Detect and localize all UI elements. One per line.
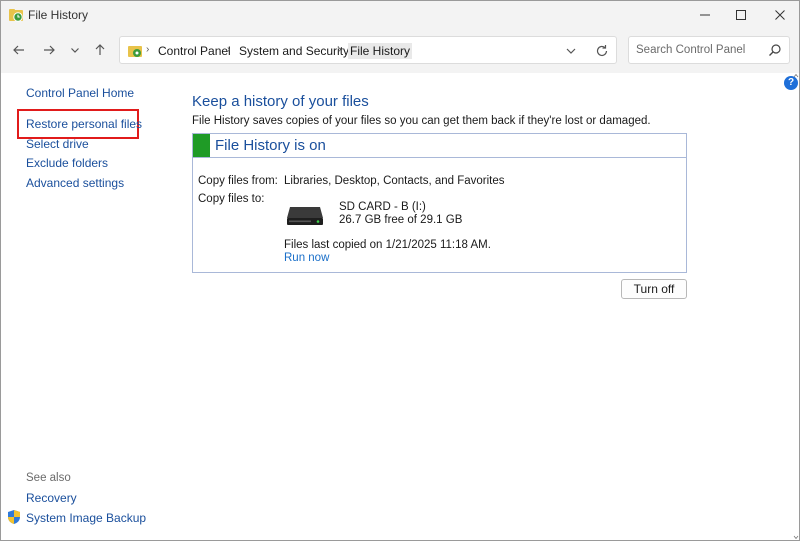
copy-from-value: Libraries, Desktop, Contacts, and Favori… — [284, 175, 505, 187]
title-bar: File History — [1, 1, 799, 29]
drive-icon — [287, 207, 323, 225]
file-history-app-icon — [9, 9, 23, 22]
status-title: File History is on — [215, 137, 326, 154]
chevron-right-icon: › — [146, 44, 150, 55]
file-history-window: File History › Control Panel › System an… — [0, 0, 800, 541]
recovery-link[interactable]: Recovery — [26, 491, 77, 505]
breadcrumb-file-history[interactable]: File History — [348, 43, 413, 59]
address-bar[interactable]: › Control Panel › System and Security › … — [119, 36, 617, 64]
chevron-right-icon: › — [227, 44, 231, 55]
search-icon[interactable] — [768, 43, 782, 57]
uac-shield-icon — [8, 510, 20, 524]
close-button[interactable] — [761, 1, 799, 29]
scrollbar[interactable] — [793, 73, 799, 540]
back-button[interactable] — [8, 39, 30, 61]
chevron-right-icon: › — [338, 44, 342, 55]
minimize-button[interactable] — [686, 1, 724, 29]
address-dropdown-icon[interactable] — [564, 45, 578, 57]
window-title: File History — [28, 8, 89, 22]
maximize-icon — [736, 10, 746, 20]
breadcrumb-control-panel[interactable]: Control Panel — [156, 43, 233, 59]
advanced-settings-link[interactable]: Advanced settings — [26, 176, 124, 190]
arrow-right-icon — [44, 45, 55, 55]
arrow-left-icon — [13, 45, 24, 55]
control-panel-home-link[interactable]: Control Panel Home — [26, 86, 134, 100]
restore-personal-files-link[interactable]: Restore personal files — [26, 117, 142, 131]
see-also-heading: See also — [26, 472, 71, 484]
system-image-backup-link[interactable]: System Image Backup — [26, 511, 146, 525]
search-box[interactable]: Search Control Panel — [628, 36, 790, 64]
search-input[interactable]: Search Control Panel — [636, 44, 745, 56]
copy-from-label: Copy files from: — [198, 175, 278, 187]
copy-to-label: Copy files to: — [198, 193, 265, 205]
minimize-icon — [700, 14, 710, 16]
recent-locations-button[interactable] — [64, 39, 86, 61]
exclude-folders-link[interactable]: Exclude folders — [26, 156, 108, 170]
refresh-icon[interactable] — [594, 43, 610, 59]
drive-name: SD CARD - B (I:) — [339, 201, 426, 213]
page-title: Keep a history of your files — [192, 93, 369, 110]
breadcrumb-system-and-security[interactable]: System and Security — [237, 43, 351, 59]
drive-space: 26.7 GB free of 29.1 GB — [339, 214, 463, 226]
turn-off-button[interactable]: Turn off — [621, 279, 687, 299]
status-header: File History is on — [193, 134, 686, 158]
forward-button[interactable] — [38, 39, 60, 61]
up-button[interactable] — [89, 39, 111, 61]
navigation-bar: › Control Panel › System and Security › … — [1, 29, 799, 73]
last-copied-text: Files last copied on 1/21/2025 11:18 AM. — [284, 239, 491, 251]
chevron-down-icon — [71, 48, 79, 53]
file-history-status-panel: File History is on Copy files from: Libr… — [192, 133, 687, 273]
maximize-button[interactable] — [722, 1, 760, 29]
run-now-link[interactable]: Run now — [284, 252, 329, 264]
select-drive-link[interactable]: Select drive — [26, 137, 89, 151]
content-area: ? Control Panel Home Restore personal fi… — [1, 73, 799, 540]
arrow-up-icon — [95, 44, 105, 55]
page-description: File History saves copies of your files … — [192, 115, 651, 127]
status-indicator — [193, 134, 210, 157]
close-icon — [775, 10, 785, 20]
control-panel-icon — [128, 46, 142, 57]
